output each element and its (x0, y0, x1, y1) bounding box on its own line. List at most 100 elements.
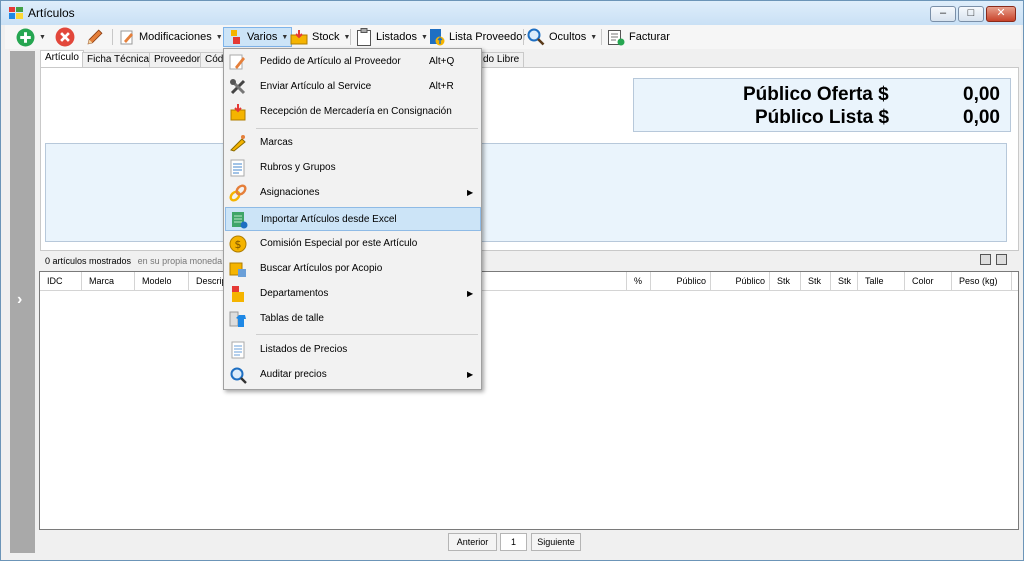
col-peso[interactable]: Peso (kg) (952, 272, 1012, 291)
lista-value: 0,00 (963, 107, 1000, 128)
side-panel-toggle[interactable]: › (10, 51, 35, 553)
results-status: 0 artículos mostrados en su propia moned… (45, 256, 222, 266)
menu-item-comision-especial[interactable]: $ Comisión Especial por este Artículo (225, 232, 481, 256)
maximize-button[interactable]: □ (958, 6, 984, 22)
submenu-arrow-icon: ▶ (467, 289, 474, 298)
menu-item-tablas-talle[interactable]: Tablas de talle (225, 307, 481, 331)
next-page-button[interactable]: Siguiente (531, 533, 581, 551)
lista-proveedor-button[interactable]: Lista Proveedor (429, 27, 526, 47)
tab-proveedor[interactable]: Proveedor (149, 52, 206, 68)
menu-item-importar-excel[interactable]: Importar Artículos desde Excel (225, 207, 481, 231)
facturar-label: Facturar (629, 31, 670, 43)
listados-menu[interactable]: Listados ▼ (356, 27, 428, 47)
department-icon (232, 286, 244, 302)
menu-item-departamentos[interactable]: Departamentos ▶ (225, 282, 481, 306)
document-icon (231, 341, 245, 359)
col-stk-1[interactable]: Stk (770, 272, 801, 291)
ocultos-label: Ocultos (549, 31, 587, 43)
varios-dropdown-menu: Pedido de Artículo al Proveedor Alt+Q En… (223, 48, 482, 390)
varios-icon (231, 30, 240, 44)
col-talle[interactable]: Talle (858, 272, 905, 291)
col-porcentaje[interactable]: % (627, 272, 651, 291)
col-publico-2[interactable]: Público (711, 272, 770, 291)
export-icon[interactable] (980, 254, 991, 265)
grid-header: IDC Marca Modelo Descrip % Público Públi… (40, 272, 1018, 291)
menu-item-pedido-proveedor[interactable]: Pedido de Artículo al Proveedor Alt+Q (225, 50, 481, 74)
varios-label: Varios (247, 31, 278, 43)
pencil-icon (229, 54, 245, 70)
menu-item-auditar-precios[interactable]: Auditar precios ▶ (225, 363, 481, 387)
plus-circle-icon (16, 28, 35, 46)
oferta-label: Público Oferta $ (743, 84, 889, 105)
price-summary: Público Oferta $ 0,00 Público Lista $ 0,… (633, 78, 1011, 132)
chevron-down-icon: ▼ (420, 33, 428, 41)
submenu-arrow-icon: ▶ (467, 188, 474, 197)
page-number-field[interactable]: 1 (500, 533, 527, 551)
list-icon (230, 159, 245, 177)
svg-text:$: $ (235, 238, 242, 251)
articles-grid[interactable]: IDC Marca Modelo Descrip % Público Públi… (39, 271, 1019, 530)
varios-menu[interactable]: Varios ▼ (223, 27, 293, 47)
menu-item-listados-precios[interactable]: Listados de Precios (225, 338, 481, 362)
tab-ficha-tecnica[interactable]: Ficha Técnica (82, 52, 155, 68)
invoice-icon (608, 30, 625, 46)
minimize-button[interactable]: – (930, 6, 956, 22)
add-button[interactable]: ▼ (16, 27, 46, 47)
col-idc[interactable]: IDC (40, 272, 82, 291)
menu-item-recepcion-consignacion[interactable]: Recepción de Mercadería en Consignación (225, 100, 481, 124)
close-window-button[interactable]: ✕ (986, 6, 1016, 22)
modificaciones-menu[interactable]: Modificaciones ▼ (119, 27, 223, 47)
shirt-icon (229, 311, 246, 327)
stock-box-icon (290, 30, 308, 45)
tag-icon (230, 135, 246, 152)
description-area[interactable] (45, 143, 1007, 242)
save-layout-icon[interactable] (996, 254, 1007, 265)
supplier-list-icon (430, 29, 445, 46)
excel-icon (232, 212, 248, 229)
lista-proveedor-label: Lista Proveedor (449, 31, 527, 43)
menu-item-buscar-acopio[interactable]: Buscar Artículos por Acopio (225, 257, 481, 281)
edit-button[interactable] (85, 27, 104, 47)
delete-button[interactable] (55, 27, 75, 47)
lista-label: Público Lista $ (755, 107, 890, 128)
tools-icon (230, 79, 246, 95)
col-stk-3[interactable]: Stk (831, 272, 858, 291)
chevron-down-icon: ▼ (281, 33, 289, 41)
tab-campo-libre[interactable]: do Libre (478, 52, 525, 68)
col-stk-2[interactable]: Stk (801, 272, 831, 291)
magnifier-icon (230, 367, 247, 384)
previous-page-button[interactable]: Anterior (448, 533, 497, 551)
search-box-icon (229, 262, 246, 277)
chevron-down-icon: ▼ (39, 33, 46, 41)
articles-count: 0 artículos mostrados (45, 256, 132, 266)
listados-label: Listados (376, 31, 417, 43)
chevron-right-icon: › (17, 291, 23, 308)
facturar-button[interactable]: Facturar (607, 27, 670, 47)
search-icon (527, 28, 545, 46)
col-modelo[interactable]: Modelo (135, 272, 189, 291)
stock-label: Stock (312, 31, 340, 43)
ocultos-menu[interactable]: Ocultos ▼ (527, 27, 597, 47)
delete-circle-icon (55, 27, 75, 47)
link-icon (229, 184, 247, 202)
stock-menu[interactable]: Stock ▼ (290, 27, 350, 47)
toolbar: ▼ Modificaciones ▼ Varios ▼ Stock ▼ List… (5, 25, 1021, 49)
col-color[interactable]: Color (905, 272, 952, 291)
title-bar: Artículos – □ ✕ (1, 1, 1023, 25)
tab-articulo[interactable]: Artículo (40, 50, 84, 68)
chevron-down-icon: ▼ (590, 33, 598, 41)
box-icon (230, 104, 246, 121)
menu-item-rubros-grupos[interactable]: Rubros y Grupos (225, 156, 481, 180)
menu-item-marcas[interactable]: Marcas (225, 131, 481, 155)
clipboard-icon (357, 28, 371, 46)
app-icon (9, 7, 23, 19)
currency-note: en su propia moneda (137, 256, 223, 266)
col-publico-1[interactable]: Público (651, 272, 711, 291)
menu-item-asignaciones[interactable]: Asignaciones ▶ (225, 181, 481, 205)
menu-item-enviar-service[interactable]: Enviar Artículo al Service Alt+R (225, 75, 481, 99)
pencil-icon (87, 29, 103, 44)
col-marca[interactable]: Marca (82, 272, 135, 291)
oferta-value: 0,00 (963, 84, 1000, 105)
submenu-arrow-icon: ▶ (467, 370, 474, 379)
edit-document-icon (120, 30, 133, 45)
